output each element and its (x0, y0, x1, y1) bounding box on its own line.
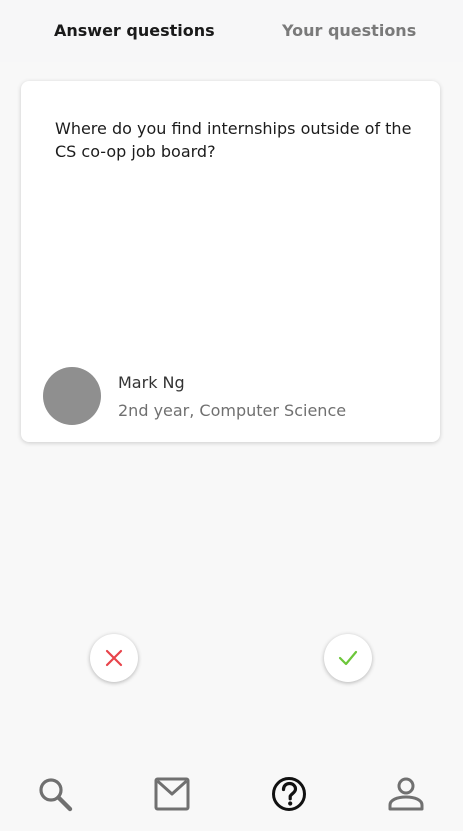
question-card[interactable]: Where do you find internships outside of… (21, 81, 440, 442)
mail-icon (154, 777, 190, 811)
close-icon (105, 649, 123, 667)
reject-button[interactable] (90, 634, 138, 682)
nav-messages[interactable] (152, 774, 192, 814)
profile-icon (388, 777, 424, 811)
question-tabs: Answer questions Your questions (0, 0, 463, 62)
question-text: Where do you find internships outside of… (55, 119, 412, 161)
accept-button[interactable] (324, 634, 372, 682)
bottom-navigation (0, 760, 463, 831)
avatar (43, 367, 101, 425)
search-icon (39, 778, 73, 812)
checkmark-icon (338, 650, 358, 666)
author-details: 2nd year, Computer Science (118, 401, 347, 420)
nav-profile[interactable] (386, 774, 426, 814)
tab-your-questions[interactable]: Your questions (282, 21, 416, 40)
nav-search[interactable] (35, 774, 75, 814)
author-name: Mark Ng (118, 373, 185, 392)
tab-answer-questions[interactable]: Answer questions (54, 21, 215, 40)
help-icon (272, 777, 306, 811)
nav-questions[interactable] (269, 774, 309, 814)
